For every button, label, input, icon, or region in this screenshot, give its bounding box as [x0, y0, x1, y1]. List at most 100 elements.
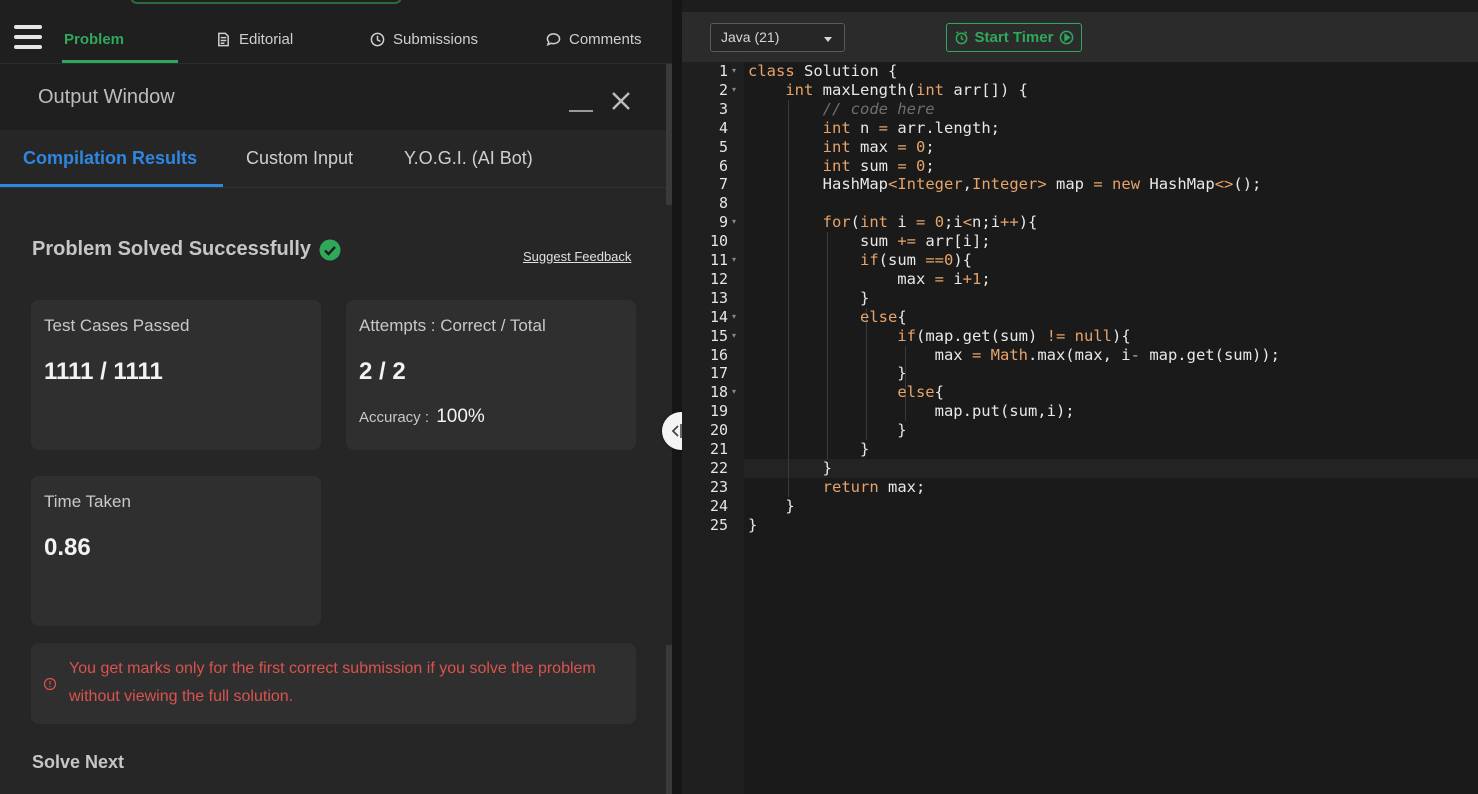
line-number-gutter: 1 ▾ 2 ▾ 3 4 5 6 7 8 9 ▾ 10 11 ▾ 12 13 14 ▾ 15 ▾ 16 17 18 ▾ 19 20 21…	[682, 62, 744, 794]
start-timer-label: Start Timer	[974, 29, 1054, 46]
code-line: }	[748, 364, 907, 383]
accuracy-value: 100%	[436, 406, 485, 427]
tab-problem[interactable]: Problem	[64, 28, 124, 50]
start-timer-button[interactable]: Start Timer	[946, 23, 1082, 52]
code-line: }	[748, 458, 832, 477]
code-line: for(int i = 0;i<n;i++){	[822, 213, 1038, 232]
line-number: 25	[709, 515, 728, 534]
code-line: max = Math.max(max, i- map.get(sum));	[748, 345, 1280, 364]
code-line: class Solution {	[748, 62, 898, 80]
attempts-card: Attempts : Correct / Total 2 / 2 Accurac…	[346, 300, 636, 450]
line-number: 21	[709, 440, 728, 458]
top-nav-bar: Problem Editorial Submissions Comments	[0, 0, 672, 64]
tab-custom-input[interactable]: Custom Input	[246, 148, 353, 169]
info-icon	[43, 677, 57, 691]
test-cases-card: Test Cases Passed 1111 / 1111	[31, 300, 321, 450]
code-line: HashMap<Integer,Integer> map = new HashM…	[748, 175, 1262, 194]
fold-arrow-icon[interactable]: ▾	[732, 217, 736, 226]
line-number: 6	[718, 156, 728, 175]
language-select-value: Java (21)	[721, 29, 780, 45]
line-number: 13	[709, 288, 728, 307]
close-icon[interactable]	[610, 90, 632, 112]
document-icon	[218, 32, 229, 46]
fold-arrow-icon[interactable]: ▾	[732, 66, 736, 75]
tab-yogi-ai-bot[interactable]: Y.O.G.I. (AI Bot)	[404, 148, 533, 169]
line-number: 14	[709, 307, 728, 326]
line-number: 17	[709, 364, 728, 383]
pane-divider[interactable]	[672, 0, 682, 794]
suggest-feedback-link[interactable]: Suggest Feedback	[523, 249, 631, 264]
play-circle-icon	[1060, 30, 1074, 45]
editor-toolbar: Java (21) Start Timer	[682, 12, 1478, 62]
line-number: 23	[709, 477, 728, 496]
active-tab-indicator	[62, 60, 178, 63]
code-line: else{	[859, 307, 907, 326]
time-taken-label: Time Taken	[44, 492, 131, 511]
tab-submissions[interactable]: Submissions	[370, 28, 478, 50]
output-tabs: Compilation Results Custom Input Y.O.G.I…	[0, 130, 672, 188]
alarm-clock-icon	[955, 31, 967, 45]
problem-pane: Problem Editorial Submissions Comments O…	[0, 0, 672, 794]
tab-comments-label: Comments	[569, 30, 642, 48]
chevron-down-icon	[824, 37, 832, 42]
tab-editorial[interactable]: Editorial	[216, 28, 293, 50]
minimize-icon[interactable]	[569, 110, 593, 112]
code-line: max = i+1;	[748, 269, 991, 288]
code-line: return max;	[822, 477, 926, 496]
active-output-tab-indicator	[0, 184, 223, 187]
result-status: Problem Solved Successfully	[32, 238, 341, 261]
tab-problem-label: Problem	[64, 30, 125, 48]
marks-notice: You get marks only for the first correct…	[31, 643, 636, 724]
code-line: if(sum ==0){	[859, 251, 973, 269]
top-pill-outline	[130, 0, 402, 4]
output-window-header: Output Window	[0, 64, 672, 130]
line-number: 20	[709, 421, 728, 440]
code-line: int n = arr.length;	[822, 118, 1000, 137]
code-line: }	[748, 440, 870, 458]
line-number: 15	[709, 326, 728, 345]
line-number: 7	[718, 175, 728, 194]
tab-compilation-results[interactable]: Compilation Results	[23, 148, 197, 169]
output-window-title: Output Window	[38, 86, 175, 108]
fold-arrow-icon[interactable]: ▾	[732, 331, 736, 340]
line-number: 1	[718, 62, 728, 80]
accuracy: Accuracy : 100%	[359, 406, 485, 428]
line-number: 19	[709, 402, 728, 421]
fold-arrow-icon[interactable]: ▾	[732, 255, 736, 264]
marks-notice-text: You get marks only for the first correct…	[69, 660, 596, 705]
line-number: 8	[718, 194, 728, 213]
code-line: map.put(sum,i);	[748, 402, 1075, 421]
line-number: 2	[718, 80, 728, 99]
chat-icon	[546, 32, 561, 46]
line-number: 3	[718, 99, 728, 118]
fold-arrow-icon[interactable]: ▾	[732, 387, 736, 396]
line-number: 22	[709, 458, 728, 477]
line-number: 12	[709, 269, 728, 288]
test-cases-label: Test Cases Passed	[44, 316, 190, 335]
tab-comments[interactable]: Comments	[546, 28, 642, 50]
line-number: 11	[709, 251, 728, 269]
active-line-highlight	[744, 458, 1478, 478]
line-number: 4	[718, 118, 728, 137]
line-number: 9	[718, 213, 728, 232]
accuracy-label: Accuracy :	[359, 409, 430, 426]
menu-icon[interactable]	[14, 25, 42, 49]
line-number: 16	[709, 345, 728, 364]
attempts-label: Attempts : Correct / Total	[359, 316, 546, 335]
language-select[interactable]: Java (21)	[710, 23, 845, 52]
code-line: }	[748, 421, 907, 440]
code-line: // code here	[748, 99, 935, 118]
code-line: int max = 0;	[822, 137, 935, 156]
code-line: }	[748, 288, 870, 307]
line-number: 18	[709, 383, 728, 402]
tab-editorial-label: Editorial	[239, 30, 294, 48]
solve-next-heading: Solve Next	[32, 752, 125, 772]
code-line: }	[748, 515, 758, 534]
code-editor[interactable]: class Solution { int maxLength(int arr[]…	[744, 62, 1478, 794]
test-cases-value: 1111 / 1111	[44, 358, 163, 385]
check-circle-icon	[319, 239, 341, 260]
clock-icon	[370, 32, 385, 46]
fold-arrow-icon[interactable]: ▾	[732, 312, 736, 321]
line-number: 10	[709, 232, 728, 251]
fold-arrow-icon[interactable]: ▾	[732, 85, 736, 94]
